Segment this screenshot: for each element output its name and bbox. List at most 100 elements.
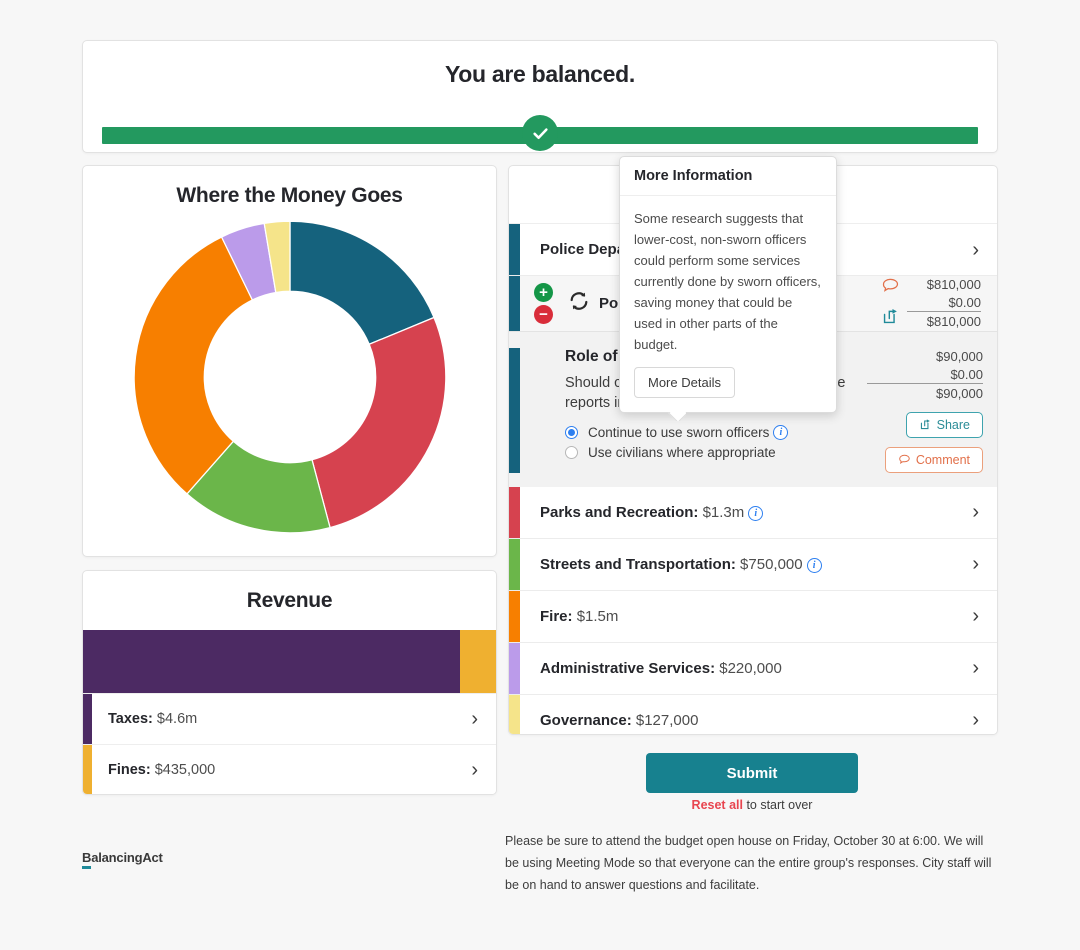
department-name: Fire:	[540, 608, 573, 625]
donut-chart-title: Where the Money Goes	[83, 184, 496, 208]
department-row[interactable]: Administrative Services: $220,000›	[509, 643, 997, 695]
line-item-amounts: $810,000 $0.00 $810,000	[907, 276, 997, 331]
tooltip-arrow	[668, 412, 686, 421]
tooltip-body: Some research suggests that lower-cost, …	[620, 196, 836, 412]
department-name: Governance:	[540, 712, 632, 729]
budget-simulator-page: You are balanced. Where the Money Goes R…	[0, 0, 1080, 950]
plus-circle-icon[interactable]: +	[534, 283, 553, 302]
more-information-tooltip: More Information Some research suggests …	[619, 156, 837, 413]
revenue-color-swatch	[83, 694, 92, 744]
revenue-bar-segment[interactable]	[83, 630, 460, 693]
question-option[interactable]: Use civilians where appropriate	[565, 445, 867, 460]
department-name: Parks and Recreation:	[540, 504, 698, 521]
question-color-swatch	[509, 348, 520, 473]
amount-original: $810,000	[907, 276, 981, 294]
department-row[interactable]: Parks and Recreation: $1.3mi›	[509, 487, 997, 539]
donut-chart[interactable]	[83, 218, 496, 536]
department-row-list: Parks and Recreation: $1.3mi›Streets and…	[509, 487, 997, 735]
chevron-right-icon[interactable]: ›	[972, 502, 997, 522]
chevron-right-icon[interactable]: ›	[972, 554, 997, 574]
comment-icon[interactable]	[881, 276, 907, 300]
info-icon[interactable]: i	[773, 425, 788, 440]
question-amount-change: $0.00	[867, 366, 983, 384]
department-color-swatch	[509, 643, 520, 694]
revenue-row[interactable]: Taxes: $4.6m ›	[83, 693, 496, 744]
more-details-button[interactable]: More Details	[634, 367, 735, 398]
chevron-right-icon[interactable]: ›	[972, 240, 997, 260]
revenue-name: Fines:	[108, 762, 151, 778]
share-button-label: Share	[937, 418, 970, 432]
comment-button[interactable]: Comment	[885, 447, 983, 473]
revenue-name: Taxes:	[108, 711, 153, 727]
department-value: $1.5m	[577, 608, 619, 625]
revenue-row[interactable]: Fines: $435,000›	[83, 744, 496, 795]
chevron-right-icon[interactable]: ›	[972, 658, 997, 678]
reset-suffix-text: to start over	[743, 798, 812, 812]
question-amount-total: $90,000	[867, 383, 983, 403]
line-item-action-icons	[881, 276, 907, 331]
department-value: $1.3m	[703, 504, 745, 521]
department-label: Parks and Recreation: $1.3mi	[520, 504, 972, 521]
revenue-bar-segment[interactable]	[460, 630, 496, 693]
chevron-right-icon[interactable]: ›	[972, 710, 997, 730]
share-icon	[919, 418, 932, 431]
reset-line: Reset all to start over	[646, 798, 858, 812]
logo-rest-text: alancingAct	[91, 850, 162, 865]
revenue-value: $4.6m	[157, 711, 197, 727]
radio-button[interactable]	[565, 446, 578, 459]
department-name: Streets and Transportation:	[540, 556, 736, 573]
department-label: Fire: $1.5m	[520, 608, 972, 625]
balance-knob-handle[interactable]	[522, 115, 558, 151]
question-option[interactable]: Continue to use sworn officers i	[565, 425, 867, 440]
chevron-right-icon[interactable]: ›	[471, 709, 496, 729]
amount-change: $0.00	[907, 294, 981, 312]
tooltip-heading: More Information	[620, 157, 836, 196]
department-row[interactable]: Governance: $127,000›	[509, 695, 997, 735]
department-color-swatch	[509, 224, 520, 275]
chevron-right-icon[interactable]: ›	[471, 760, 496, 780]
revenue-card: Revenue Taxes: $4.6m›Fines: $435,000›	[82, 570, 497, 795]
department-label: Streets and Transportation: $750,000 i	[520, 556, 972, 573]
department-color-swatch	[509, 591, 520, 642]
increment-decrement-group: + −	[534, 283, 564, 324]
balance-slider[interactable]	[102, 115, 978, 155]
donut-slice[interactable]	[312, 317, 446, 527]
revenue-stacked-bar	[83, 630, 496, 693]
revenue-color-swatch	[83, 745, 92, 795]
submit-button[interactable]: Submit	[646, 753, 858, 793]
radio-button[interactable]	[565, 426, 578, 439]
balance-status-card: You are balanced.	[82, 40, 998, 153]
department-row[interactable]: Streets and Transportation: $750,000 i ›	[509, 539, 997, 591]
chevron-right-icon[interactable]: ›	[972, 606, 997, 626]
revenue-value: $435,000	[155, 762, 215, 778]
question-options: Continue to use sworn officers i Use civil…	[565, 425, 867, 460]
department-label: Administrative Services: $220,000	[520, 660, 972, 677]
question-option-label: Continue to use sworn officers	[588, 425, 769, 440]
comment-button-label: Comment	[916, 453, 970, 467]
balance-status-title: You are balanced.	[83, 61, 997, 88]
logo-b-letter: B	[82, 850, 91, 869]
question-option-label: Use civilians where appropriate	[588, 445, 776, 460]
refresh-icon[interactable]	[568, 290, 590, 317]
minus-circle-icon[interactable]: −	[534, 305, 553, 324]
info-icon[interactable]: i	[748, 506, 763, 521]
info-icon[interactable]: i	[807, 558, 822, 573]
question-side-panel: $90,000 $0.00 $90,000 Share	[867, 348, 997, 473]
reset-all-link[interactable]: Reset all	[692, 798, 743, 812]
where-money-goes-card: Where the Money Goes	[82, 165, 497, 557]
revenue-title: Revenue	[83, 589, 496, 613]
share-icon[interactable]	[881, 307, 907, 331]
department-row[interactable]: Fire: $1.5m›	[509, 591, 997, 643]
donut-chart-svg	[131, 218, 449, 536]
revenue-label: Fines: $435,000	[92, 762, 471, 778]
question-amount-original: $90,000	[867, 348, 983, 366]
footer-note: Please be sure to attend the budget open…	[505, 831, 1000, 897]
department-color-swatch	[509, 487, 520, 538]
line-item-color-swatch	[509, 276, 520, 331]
share-button[interactable]: Share	[906, 412, 983, 438]
department-value: $750,000	[740, 556, 803, 573]
department-label: Governance: $127,000	[520, 712, 972, 729]
comment-icon	[898, 453, 911, 466]
tooltip-text: Some research suggests that lower-cost, …	[634, 208, 822, 355]
department-color-swatch	[509, 695, 520, 735]
